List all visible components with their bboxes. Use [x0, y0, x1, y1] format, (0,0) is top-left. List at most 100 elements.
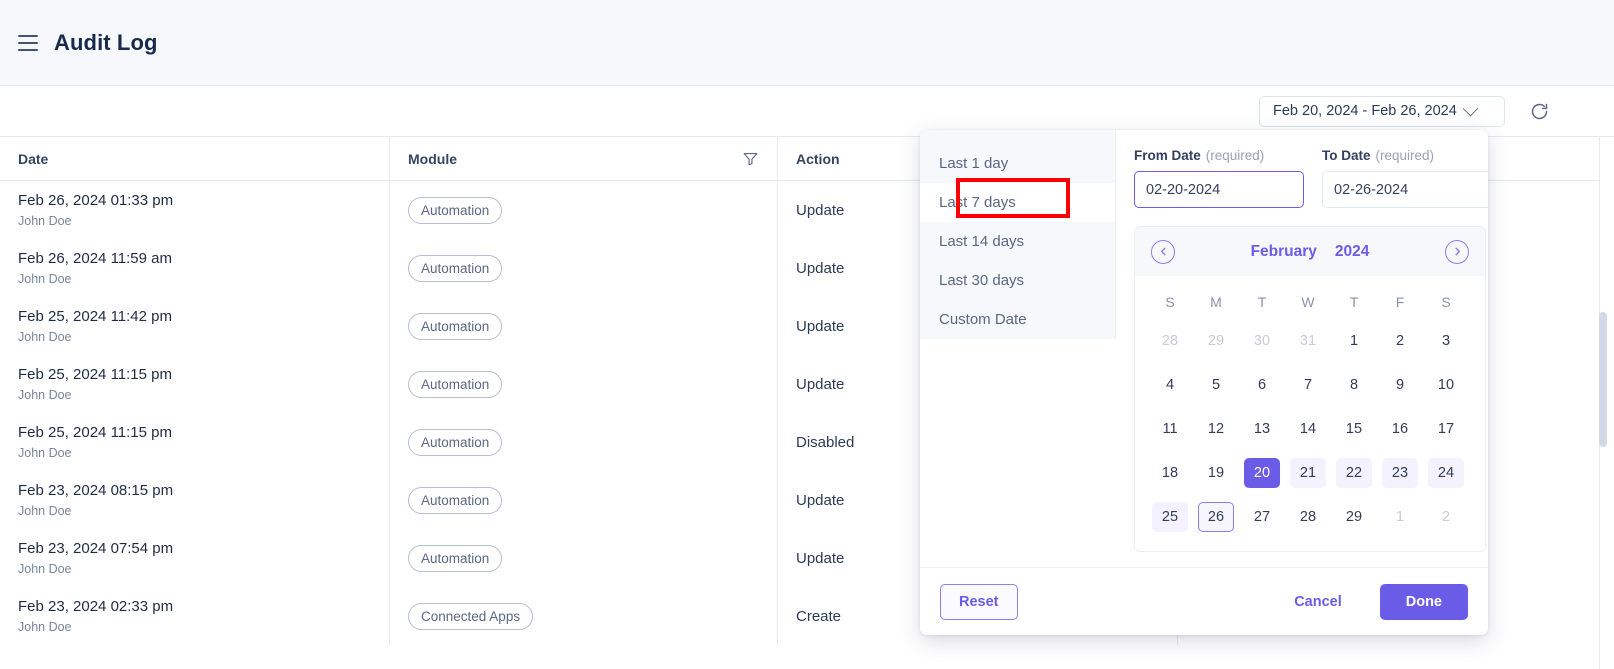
hamburger-icon[interactable]	[18, 34, 38, 51]
vertical-scrollbar-track[interactable]	[1599, 137, 1611, 669]
calendar-month-label[interactable]: February	[1251, 243, 1317, 261]
chevron-right-circle-icon[interactable]	[1445, 239, 1469, 264]
module-chip[interactable]: Automation	[408, 428, 503, 456]
calendar-week-row: 4 5 6 7 8 9 10	[1147, 363, 1473, 407]
preset-item[interactable]: Last 7 days	[920, 183, 1115, 222]
calendar-day[interactable]: 1	[1331, 319, 1377, 363]
date-range-label: Feb 20, 2024 - Feb 26, 2024	[1273, 103, 1457, 119]
calendar-day[interactable]: 7	[1285, 363, 1331, 407]
calendar-day-label: 30	[1253, 333, 1271, 349]
calendar-day[interactable]: 23	[1377, 451, 1423, 495]
module-chip[interactable]: Automation	[408, 486, 503, 514]
calendar-day[interactable]: 18	[1147, 451, 1193, 495]
done-button[interactable]: Done	[1379, 583, 1468, 620]
row-action: Update	[796, 549, 845, 567]
calendar-day[interactable]: 28	[1147, 319, 1193, 363]
calendar-day[interactable]: 20	[1239, 451, 1285, 495]
calendar-day[interactable]: 1	[1377, 495, 1423, 539]
calendar-day[interactable]: 24	[1423, 451, 1469, 495]
calendar-day-label: 28	[1299, 509, 1317, 525]
calendar-day-label: 4	[1165, 377, 1175, 393]
column-header-date[interactable]: Date	[0, 137, 390, 180]
date-range-button[interactable]: Feb 20, 2024 - Feb 26, 2024	[1259, 95, 1505, 127]
audit-log-page: Audit Log Feb 20, 2024 - Feb 26, 2024 Da…	[0, 0, 1614, 669]
calendar-day-label: 17	[1437, 421, 1455, 437]
calendar-day[interactable]: 16	[1377, 407, 1423, 451]
row-user: John Doe	[18, 503, 72, 518]
row-date: Feb 25, 2024 11:42 pm	[18, 307, 172, 325]
reset-button[interactable]: Reset	[940, 583, 1018, 620]
calendar-day[interactable]: 22	[1331, 451, 1377, 495]
refresh-icon	[1531, 103, 1547, 119]
row-action: Disabled	[796, 433, 855, 451]
calendar-weekday-row: SMTWTFS	[1147, 285, 1473, 319]
row-action: Update	[796, 259, 845, 277]
row-date: Feb 23, 2024 08:15 pm	[18, 481, 174, 499]
calendar-day[interactable]: 26	[1193, 495, 1239, 539]
calendar-weekday: F	[1395, 294, 1405, 310]
calendar-day[interactable]: 21	[1285, 451, 1331, 495]
calendar-day[interactable]: 29	[1331, 495, 1377, 539]
calendar-day[interactable]: 3	[1423, 319, 1469, 363]
calendar-day-label: 21	[1290, 458, 1326, 488]
preset-item[interactable]: Custom Date	[920, 300, 1115, 339]
calendar-day[interactable]: 2	[1423, 495, 1469, 539]
calendar-day-label: 1	[1349, 333, 1359, 349]
from-date-field-group: From Date (required)	[1134, 148, 1304, 208]
calendar-day[interactable]: 4	[1147, 363, 1193, 407]
chevron-left-circle-icon[interactable]	[1151, 239, 1175, 264]
calendar-day[interactable]: 30	[1239, 319, 1285, 363]
calendar-day[interactable]: 5	[1193, 363, 1239, 407]
module-chip[interactable]: Connected Apps	[408, 602, 534, 630]
module-chip[interactable]: Automation	[408, 544, 503, 572]
calendar-day[interactable]: 29	[1193, 319, 1239, 363]
cancel-button[interactable]: Cancel	[1280, 594, 1356, 610]
calendar-day[interactable]: 15	[1331, 407, 1377, 451]
calendar-day[interactable]: 12	[1193, 407, 1239, 451]
page-title: Audit Log	[54, 29, 158, 55]
calendar-day-label: 20	[1244, 458, 1280, 488]
calendar-day[interactable]: 17	[1423, 407, 1469, 451]
row-date: Feb 26, 2024 11:59 am	[18, 249, 172, 267]
calendar-day[interactable]: 28	[1285, 495, 1331, 539]
cell-date: Feb 25, 2024 11:15 pm John Doe	[0, 413, 390, 471]
to-date-input[interactable]	[1322, 171, 1488, 208]
calendar-day[interactable]: 27	[1239, 495, 1285, 539]
preset-item[interactable]: Last 14 days	[920, 222, 1115, 261]
column-label-action: Action	[796, 150, 840, 167]
to-date-label-text: To Date	[1322, 148, 1371, 163]
calendar-day-label: 3	[1441, 333, 1451, 349]
preset-item[interactable]: Last 30 days	[920, 261, 1115, 300]
calendar-day-label: 22	[1336, 458, 1372, 488]
calendar-day-label: 24	[1428, 458, 1464, 488]
row-date: Feb 25, 2024 11:15 pm	[18, 365, 172, 383]
calendar-day[interactable]: 10	[1423, 363, 1469, 407]
calendar-day[interactable]: 8	[1331, 363, 1377, 407]
calendar-day-label: 2	[1395, 333, 1405, 349]
calendar-day[interactable]: 25	[1147, 495, 1193, 539]
calendar-year-label[interactable]: 2024	[1335, 243, 1369, 261]
refresh-button[interactable]	[1524, 96, 1554, 126]
calendar-day[interactable]: 19	[1193, 451, 1239, 495]
module-chip[interactable]: Automation	[408, 312, 503, 340]
calendar-day[interactable]: 2	[1377, 319, 1423, 363]
cell-module: Automation	[390, 471, 778, 529]
calendar-day[interactable]: 9	[1377, 363, 1423, 407]
calendar-day[interactable]: 11	[1147, 407, 1193, 451]
module-chip[interactable]: Automation	[408, 254, 503, 282]
preset-list: Last 1 day Last 7 days Last 14 days Last 30…	[920, 130, 1116, 339]
calendar-day[interactable]: 31	[1285, 319, 1331, 363]
calendar-day-label: 7	[1303, 377, 1313, 393]
from-date-input[interactable]	[1134, 171, 1304, 208]
cell-date: Feb 26, 2024 11:59 am John Doe	[0, 239, 390, 297]
cell-date: Feb 23, 2024 02:33 pm John Doe	[0, 587, 390, 645]
calendar-day[interactable]: 13	[1239, 407, 1285, 451]
module-chip[interactable]: Automation	[408, 196, 503, 224]
vertical-scrollbar-thumb[interactable]	[1599, 312, 1607, 447]
module-chip[interactable]: Automation	[408, 370, 503, 398]
preset-item[interactable]: Last 1 day	[920, 144, 1115, 183]
calendar-day[interactable]: 6	[1239, 363, 1285, 407]
column-header-module[interactable]: Module	[390, 137, 778, 180]
filter-icon[interactable]	[742, 150, 759, 167]
calendar-day[interactable]: 14	[1285, 407, 1331, 451]
